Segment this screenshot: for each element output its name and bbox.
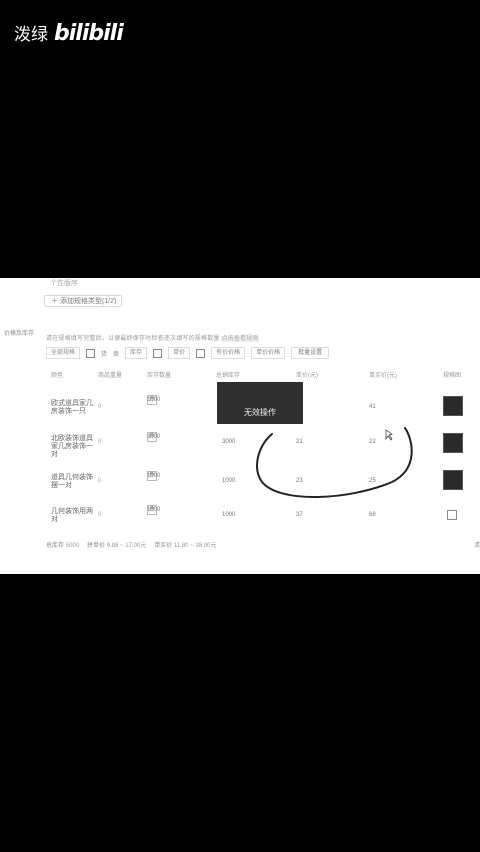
cursor-icon bbox=[385, 429, 393, 441]
bilibili-logo: bilibili bbox=[54, 21, 124, 46]
watermark-text: 泼绿 bbox=[14, 25, 48, 45]
hand-drawn-circle bbox=[256, 427, 413, 499]
annotation-overlay bbox=[256, 427, 413, 499]
watermark: 泼绿 bilibili bbox=[14, 20, 124, 46]
app-screen: 个性版序 ＋ 添加规格类型(1/2) 价格及库存 请在规格填写完整后，以便最终保… bbox=[0, 278, 480, 574]
